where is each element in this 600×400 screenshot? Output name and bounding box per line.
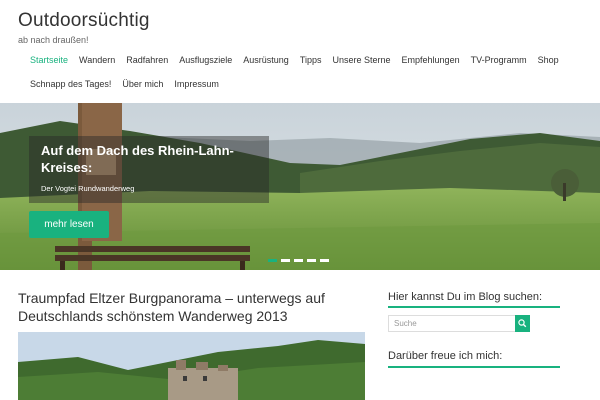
hero-slider: Auf dem Dach des Rhein-Lahn-Kreises: Der… — [0, 103, 600, 270]
nav-item-radfahren[interactable]: Radfahren — [126, 55, 168, 65]
nav-item-wandern[interactable]: Wandern — [79, 55, 115, 65]
nav-item-unsere-sterne[interactable]: Unsere Sterne — [333, 55, 391, 65]
nav-item-ausruestung[interactable]: Ausrüstung — [243, 55, 289, 65]
support-widget-title: Darüber freue ich mich: — [388, 350, 503, 362]
site-tagline: ab nach draußen! — [18, 35, 89, 45]
search-icon — [518, 319, 527, 328]
slider-pagination — [268, 259, 333, 262]
slider-dot-4[interactable] — [307, 259, 316, 262]
nav-item-impressum[interactable]: Impressum — [174, 79, 219, 89]
nav-row-1: Startseite Wandern Radfahren Ausflugszie… — [30, 55, 570, 65]
nav-item-ausflugsziele[interactable]: Ausflugsziele — [179, 55, 232, 65]
slider-dot-3[interactable] — [294, 259, 303, 262]
slider-dot-2[interactable] — [281, 259, 290, 262]
site-title[interactable]: Outdoorsüchtig — [18, 10, 150, 32]
nav-item-tv-programm[interactable]: TV-Programm — [471, 55, 527, 65]
hero-title[interactable]: Auf dem Dach des Rhein-Lahn-Kreises: — [41, 142, 266, 176]
search-input[interactable]: Suche — [388, 315, 521, 332]
search-button[interactable] — [515, 315, 530, 332]
search-widget-underline — [388, 306, 560, 308]
slider-dot-1[interactable] — [268, 259, 277, 262]
castle-landscape-image — [18, 332, 365, 400]
nav-item-startseite[interactable]: Startseite — [30, 55, 68, 65]
hero-caption-box: Auf dem Dach des Rhein-Lahn-Kreises: Der… — [29, 136, 269, 203]
read-more-button[interactable]: mehr lesen — [29, 211, 109, 238]
support-widget-underline — [388, 366, 560, 368]
nav-item-ueber-mich[interactable]: Über mich — [122, 79, 163, 89]
nav-item-tipps[interactable]: Tipps — [300, 55, 322, 65]
slider-dot-5[interactable] — [320, 259, 329, 262]
nav-row-2: Schnapp des Tages! Über mich Impressum — [30, 79, 230, 89]
nav-item-shop[interactable]: Shop — [538, 55, 559, 65]
search-widget-title: Hier kannst Du im Blog suchen: — [388, 291, 543, 303]
nav-item-empfehlungen[interactable]: Empfehlungen — [402, 55, 460, 65]
hero-subtitle: Der Vogtei Rundwanderweg — [41, 184, 135, 193]
post-featured-image[interactable] — [18, 332, 365, 400]
nav-item-schnapp-des-tages[interactable]: Schnapp des Tages! — [30, 79, 111, 89]
post-title[interactable]: Traumpfad Eltzer Burgpanorama – unterweg… — [18, 289, 368, 325]
